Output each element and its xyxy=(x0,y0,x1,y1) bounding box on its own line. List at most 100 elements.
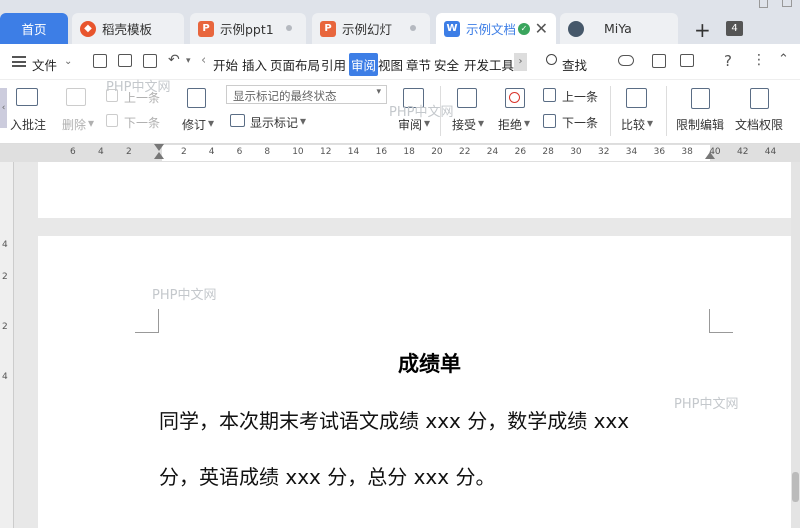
tab-home[interactable]: 首页 xyxy=(0,13,68,44)
ruler-number: 36 xyxy=(653,147,666,157)
next-change-button[interactable]: 下一条 xyxy=(562,114,598,131)
search-command[interactable]: 查找 xyxy=(562,55,587,74)
ruler-number: 10 xyxy=(292,147,304,157)
markup-state-dropdown[interactable]: 显示标记的最终状态 ▾ xyxy=(226,85,387,104)
chevron-down-icon[interactable]: ▾ xyxy=(300,114,306,128)
minimize-icon[interactable] xyxy=(759,0,768,8)
first-line-indent-marker[interactable] xyxy=(154,144,164,151)
chevron-down-icon[interactable]: ▾ xyxy=(478,116,484,130)
ruler-number: 18 xyxy=(403,147,415,157)
next-comment-icon xyxy=(106,114,118,127)
tab-document-active[interactable]: W 示例文档 ✓ ✕ xyxy=(436,13,556,44)
compare-button[interactable]: 比较 xyxy=(621,116,645,133)
menu-developer-tools[interactable]: 开发工具 xyxy=(464,55,514,74)
unsaved-dot-icon xyxy=(410,25,416,31)
tab-docer-templates[interactable]: ◆ 稻壳模板 xyxy=(72,13,184,44)
tab-bar: 首页 ◆ 稻壳模板 P 示例ppt1 P 示例幻灯 W 示例文档 ✓ ✕ MiY… xyxy=(0,0,800,44)
ribbon-separator xyxy=(610,86,611,136)
restrict-editing-button[interactable]: 限制编辑 xyxy=(676,116,724,133)
previous-change-button[interactable]: 上一条 xyxy=(562,88,598,105)
restrict-editing-icon[interactable] xyxy=(691,88,710,109)
chevron-down-icon[interactable]: ▾ xyxy=(647,116,653,130)
ruler-number: 16 xyxy=(375,147,388,157)
tab-miya-label: MiYa xyxy=(604,21,632,36)
watermark: PHP中文网 xyxy=(152,288,217,303)
print-icon[interactable] xyxy=(118,54,132,67)
more-tabs-arrow-icon[interactable]: › xyxy=(514,53,527,71)
chevron-down-icon[interactable]: ⌄ xyxy=(64,56,72,67)
compare-icon[interactable] xyxy=(626,88,647,108)
ruler-number: 40 xyxy=(709,147,721,157)
menu-security[interactable]: 安全 xyxy=(434,55,459,74)
chevron-down-icon[interactable]: ▾ xyxy=(208,116,214,130)
print-preview-icon[interactable] xyxy=(143,54,157,68)
chevron-left-icon[interactable]: ‹ xyxy=(201,53,206,68)
tab-docer-label: 稻壳模板 xyxy=(102,22,153,37)
tab-ppt1[interactable]: P 示例ppt1 xyxy=(190,13,306,44)
scrollbar-thumb[interactable] xyxy=(792,472,799,502)
ribbon-scroll-left-icon[interactable]: ‹ xyxy=(0,88,7,128)
document-permission-button[interactable]: 文档权限 xyxy=(735,116,783,133)
delete-comment-icon xyxy=(66,88,86,106)
document-paragraph-line[interactable]: 同学，本次期末考试语文成绩 xxx 分，数学成绩 xxx xyxy=(159,405,629,434)
menu-insert[interactable]: 插入 xyxy=(242,55,267,74)
close-tab-icon[interactable]: ✕ xyxy=(535,19,548,38)
help-icon[interactable]: ? xyxy=(724,52,732,70)
document-page-previous[interactable] xyxy=(38,162,791,218)
ruler-number: 24 xyxy=(486,147,499,157)
previous-change-icon[interactable] xyxy=(543,88,556,102)
menu-view[interactable]: 视图 xyxy=(378,55,403,74)
collapse-ribbon-icon[interactable]: ⌃ xyxy=(778,52,789,67)
document-title[interactable]: 成绩单 xyxy=(398,348,461,378)
tab-count-badge[interactable]: 4 xyxy=(726,21,743,36)
document-permission-icon[interactable] xyxy=(750,88,769,109)
vertical-ruler[interactable]: 4 2 2 4 xyxy=(0,162,14,528)
vertical-scrollbar[interactable] xyxy=(791,162,800,528)
tab-home-label: 首页 xyxy=(21,22,47,37)
accept-change-icon[interactable] xyxy=(457,88,477,108)
tab-document-label: 示例文档 xyxy=(466,22,517,37)
accept-change-button[interactable]: 接受 xyxy=(452,116,476,133)
ruler-number: 4 xyxy=(2,240,8,250)
chevron-down-icon[interactable]: ▾ xyxy=(88,116,94,130)
reject-change-button[interactable]: 拒绝 xyxy=(498,116,522,133)
next-comment-button[interactable]: 下一条 xyxy=(124,114,160,131)
window-restore-icon[interactable] xyxy=(782,0,792,7)
new-tab-plus-icon[interactable]: + xyxy=(694,18,711,42)
ruler-number: 34 xyxy=(625,147,638,157)
ribbon-separator xyxy=(666,86,667,136)
insert-comment-button[interactable]: 入批注 xyxy=(10,116,46,133)
ruler-number: 2 xyxy=(2,272,8,282)
insert-comment-icon[interactable] xyxy=(16,88,38,106)
cloud-sync-icon[interactable] xyxy=(618,55,634,66)
share-icon[interactable] xyxy=(652,54,666,68)
undo-icon[interactable]: ↶ xyxy=(168,52,180,68)
collaborate-icon[interactable] xyxy=(680,54,694,67)
menu-start[interactable]: 开始 xyxy=(213,55,238,74)
show-markup-button[interactable]: 显示标记 xyxy=(250,114,298,131)
more-options-icon[interactable]: ⋮ xyxy=(752,52,766,68)
delete-comment-button[interactable]: 删除 xyxy=(62,116,86,133)
horizontal-ruler[interactable]: 6 4 2 2 4 6 8 10 12 14 16 18 20 22 24 26 28 30 32 34 36 38… xyxy=(0,144,800,162)
tab-slides[interactable]: P 示例幻灯 xyxy=(312,13,430,44)
chevron-down-icon[interactable]: ▾ xyxy=(524,116,530,130)
track-changes-icon[interactable] xyxy=(187,88,206,108)
menu-page-layout[interactable]: 页面布局 xyxy=(270,55,320,74)
word-file-icon: W xyxy=(444,20,460,37)
reject-change-icon[interactable] xyxy=(505,88,525,108)
menu-review-active[interactable]: 审阅 xyxy=(349,53,379,76)
show-markup-icon[interactable] xyxy=(230,114,245,127)
menu-file[interactable]: 文件 xyxy=(32,55,57,74)
chevron-down-icon[interactable]: ▾ xyxy=(186,56,191,66)
menu-chapter[interactable]: 章节 xyxy=(406,55,431,74)
next-change-icon[interactable] xyxy=(543,114,556,128)
document-paragraph-line[interactable]: 分，英语成绩 xxx 分，总分 xxx 分。 xyxy=(159,461,495,490)
search-icon[interactable] xyxy=(546,54,557,65)
hamburger-menu-icon[interactable] xyxy=(12,56,26,67)
left-indent-marker[interactable] xyxy=(154,152,164,159)
tab-miya[interactable]: MiYa xyxy=(560,13,678,44)
track-changes-button[interactable]: 修订 xyxy=(182,116,206,133)
save-icon[interactable] xyxy=(93,54,107,68)
menu-reference[interactable]: 引用 xyxy=(321,55,346,74)
ruler-number: 4 xyxy=(208,147,215,157)
